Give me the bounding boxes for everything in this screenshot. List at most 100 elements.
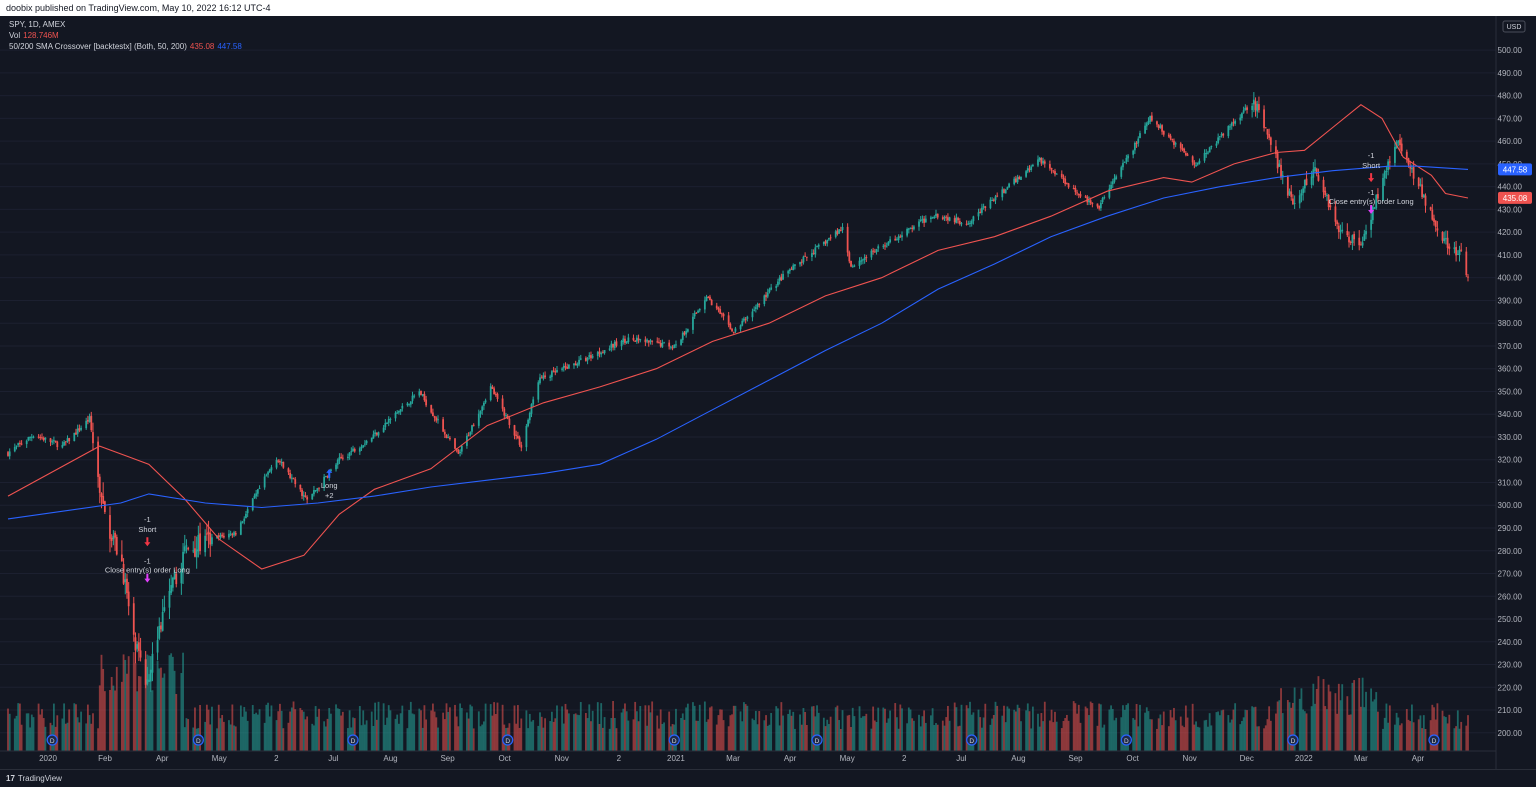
candle-body [556, 370, 558, 373]
volume-bar [103, 691, 106, 751]
candle-body [313, 490, 315, 495]
candle-body [1161, 125, 1163, 132]
price-chart[interactable]: Short-1-1Close entry(s) order LongLong+2… [0, 16, 1536, 769]
chart-area[interactable]: Short -1 -1 Close entry(s) order Long Long +2… [0, 16, 1536, 769]
volume-bar [1062, 720, 1065, 751]
volume-bar [1383, 717, 1386, 751]
volume-bar [137, 676, 140, 751]
volume-bar [561, 706, 563, 751]
candle-body [829, 237, 832, 239]
candle-body [1054, 171, 1056, 175]
volume-bar [182, 652, 184, 751]
volume-bar [316, 716, 319, 751]
candle-body [316, 488, 319, 491]
candle-body [362, 445, 365, 447]
candle-body [1383, 171, 1386, 179]
candle-body [30, 436, 33, 438]
candle-body [1302, 188, 1305, 194]
candle-body [86, 419, 89, 422]
volume-bar [1232, 709, 1235, 751]
volume-bar [1251, 706, 1254, 751]
price-tick-label: 220.00 [1498, 683, 1523, 692]
volume-bar [1064, 718, 1067, 751]
candle-body [372, 434, 375, 439]
volume-bar [790, 715, 793, 751]
volume-bar [1108, 709, 1111, 751]
volume-bar [958, 725, 961, 751]
candle-body [1074, 188, 1077, 192]
candle-body [637, 338, 640, 341]
volume-bar [693, 705, 696, 751]
price-tick-label: 270.00 [1498, 570, 1523, 579]
candle-body [715, 305, 718, 309]
candle-body [1184, 152, 1187, 156]
volume-bar [778, 725, 781, 751]
candle-body [386, 423, 388, 425]
candle-body [127, 591, 130, 607]
volume-bar [777, 708, 779, 751]
candle-body [889, 239, 892, 243]
candle-body [970, 221, 973, 224]
candle-body [513, 425, 516, 436]
candle-body [972, 216, 975, 222]
volume-bar [221, 715, 224, 751]
candle-body [1324, 190, 1327, 196]
volume-bar [574, 713, 577, 751]
candle-body [612, 343, 614, 348]
candle-body [518, 437, 521, 445]
volume-bar [1208, 713, 1211, 751]
candle-body [775, 286, 778, 289]
price-tick-label: 210.00 [1498, 706, 1523, 715]
candle-body [528, 413, 531, 421]
volume-bar [994, 701, 997, 751]
candle-body [717, 307, 720, 310]
candle-body [1460, 249, 1463, 251]
candle-body [124, 579, 127, 583]
candle-body [834, 231, 837, 237]
volume-bar [853, 716, 856, 751]
candle-body [1252, 99, 1255, 105]
volume-bar [1264, 725, 1267, 751]
candle-body [567, 364, 570, 369]
volume-bar [1246, 710, 1248, 751]
candle-body [862, 259, 864, 261]
candle-body [1446, 237, 1449, 248]
volume-bar [862, 716, 864, 751]
candle-body [1064, 178, 1067, 185]
candle-body [460, 445, 463, 452]
candle-body [624, 338, 626, 343]
volume-bar [1089, 701, 1092, 751]
candle-body [992, 199, 995, 202]
volume-bar [134, 662, 137, 751]
volume-bar [294, 709, 297, 751]
volume-bar [1067, 720, 1070, 751]
close-arrow-icon [144, 573, 151, 583]
volume-bar [710, 706, 713, 751]
volume-bar [875, 721, 878, 751]
candle-body [1079, 194, 1082, 197]
candle-body [1125, 157, 1128, 162]
volume-bar [98, 685, 101, 751]
volume-bar [267, 702, 269, 751]
volume-bar [826, 719, 829, 751]
candle-body [1173, 140, 1175, 145]
candle-body [991, 200, 993, 202]
candle-body [804, 255, 807, 257]
volume-bar [1230, 719, 1233, 751]
volume-bar [1417, 719, 1420, 751]
candle-body [680, 339, 682, 345]
price-tick-label: 280.00 [1498, 547, 1523, 556]
volume-bar [340, 715, 343, 751]
candle-body [1361, 242, 1364, 246]
volume-bar [183, 727, 186, 751]
candle-body [865, 256, 868, 259]
candle-body [1222, 133, 1225, 136]
candle-body [335, 464, 337, 470]
candle-body [149, 669, 152, 682]
candle-body [433, 415, 436, 418]
volume-bar [1300, 688, 1303, 751]
candle-body [54, 440, 57, 442]
candle-body [1385, 171, 1388, 173]
candle-body [671, 347, 674, 349]
volume-bar [256, 714, 259, 751]
